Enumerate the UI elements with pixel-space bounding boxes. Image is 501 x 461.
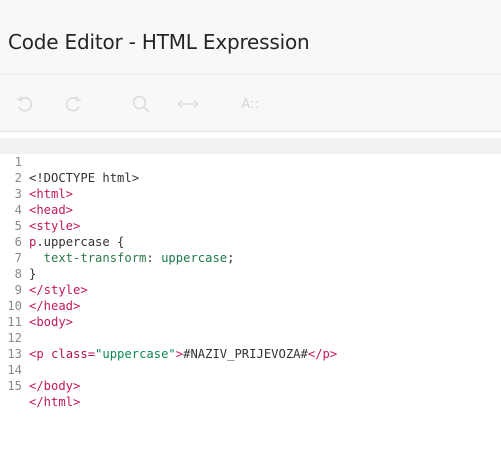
code-line[interactable]: 6 text-transform: uppercase; (0, 218, 501, 265)
code-line[interactable]: 10 <body> (0, 282, 501, 329)
code-line[interactable]: 7 } (0, 234, 501, 281)
code-line[interactable]: 4 <style> (0, 186, 501, 233)
code-text: </html> (29, 395, 81, 409)
code-line[interactable]: 3 <head> (0, 170, 501, 217)
code-line[interactable]: 2 <html> (0, 154, 501, 201)
dialog-title: Code Editor - HTML Expression (8, 30, 310, 54)
search-icon (131, 94, 151, 114)
code-line[interactable]: 14 </body> (0, 346, 501, 393)
line-number: 15 (7, 379, 22, 393)
code-line[interactable]: 5 p.uppercase { (0, 202, 501, 249)
code-line[interactable]: 13 (0, 330, 501, 361)
code-line[interactable]: 9 </head> (0, 266, 501, 313)
editor-toolbar: A:: (0, 74, 501, 132)
redo-icon (63, 94, 83, 114)
code-line[interactable]: 11 (0, 298, 501, 329)
code-line[interactable]: 1 <!DOCTYPE html> (0, 138, 501, 185)
replace-button[interactable] (174, 87, 202, 121)
code-text: </body> (29, 379, 81, 393)
undo-button[interactable] (12, 87, 38, 121)
undo-icon (15, 94, 35, 114)
dialog-header: Code Editor - HTML Expression (0, 0, 501, 74)
code-line[interactable]: 8 </style> (0, 250, 501, 297)
replace-icon (177, 97, 199, 111)
code-editor[interactable]: 1 <!DOCTYPE html> 2 <html> 3 <head> 4 <s… (0, 132, 501, 461)
code-line[interactable]: 12 <p class="uppercase">#NAZIV_PRIJEVOZA… (0, 314, 501, 361)
search-button[interactable] (128, 87, 154, 121)
font-size-button[interactable]: A:: (238, 87, 262, 121)
font-size-label: A:: (241, 96, 259, 112)
redo-button[interactable] (60, 87, 86, 121)
code-line[interactable]: 15 </html> (0, 362, 501, 409)
